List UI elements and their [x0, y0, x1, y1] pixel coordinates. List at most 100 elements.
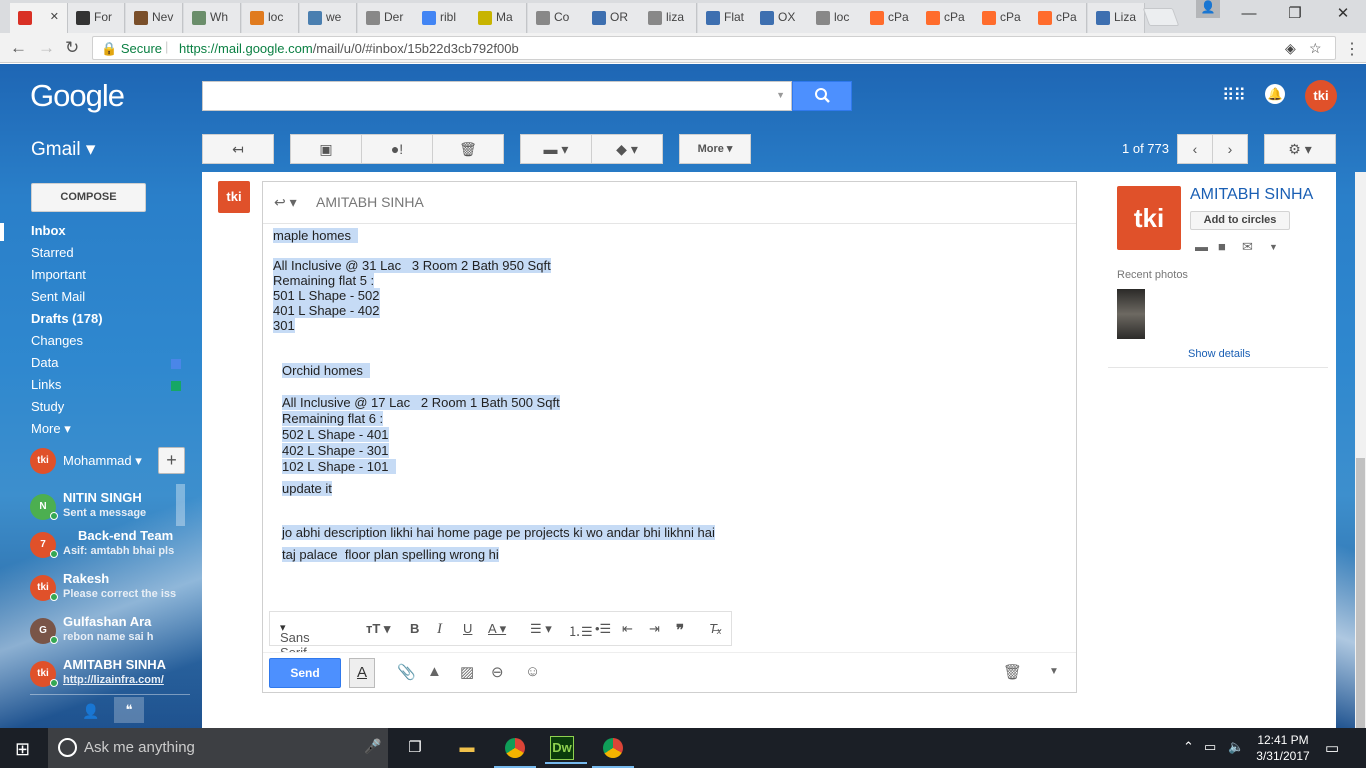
file-explorer-icon[interactable]: ▬ [452, 733, 482, 763]
browser-tab[interactable]: M✕ [10, 3, 68, 33]
browser-tab[interactable]: ribl [414, 3, 471, 33]
search-options-icon[interactable]: ▼ [776, 90, 785, 100]
font-size-icon[interactable]: тT ▾ [366, 621, 390, 637]
forward-icon[interactable]: → [38, 38, 55, 58]
new-hangout-button[interactable]: + [158, 447, 185, 474]
hangouts-contact[interactable]: 7 Back-end Team Asif: amtabh bhai pls [30, 528, 190, 568]
link-icon[interactable]: ⊖ [491, 663, 504, 681]
address-bar[interactable]: 🔒 Secure | https://mail.google.com/mail/… [92, 36, 1336, 60]
align-icon[interactable]: ☰ ▾ [530, 621, 552, 637]
chrome-menu-icon[interactable]: ⋮ [1344, 39, 1360, 59]
reply-recipient[interactable]: AMITABH SINHA [316, 194, 424, 210]
nav-item[interactable]: Changes [0, 332, 202, 354]
hangouts-contact[interactable]: G Gulfashan Ara rebon name sai h [30, 614, 190, 654]
volume-icon[interactable]: 🔈 [1228, 739, 1244, 755]
chevron-down-icon[interactable]: ▼ [1269, 242, 1278, 252]
chrome-taskbar-icon[interactable] [494, 733, 536, 768]
action-center-icon[interactable]: ▭ [1325, 739, 1339, 757]
contact-name[interactable]: AMITABH SINHA [1190, 186, 1313, 204]
search-input[interactable]: ▼ [202, 81, 792, 111]
nav-item[interactable]: Important [0, 266, 202, 288]
font-select[interactable]: Sans Serif ▾ [280, 621, 310, 660]
scrollbar-thumb[interactable] [1356, 458, 1365, 728]
remove-formatting-icon[interactable]: T̶ₓ [709, 621, 722, 636]
contacts-scrollbar[interactable] [176, 484, 185, 526]
more-options-icon[interactable]: ▼ [1049, 666, 1059, 677]
more-button[interactable]: More ▾ [679, 134, 751, 164]
gmail-menu[interactable]: Gmail ▾ [31, 138, 95, 161]
nav-item[interactable]: Drafts (178) [0, 310, 202, 332]
quote-icon[interactable]: ❞ [676, 621, 684, 639]
message-icon[interactable]: ▬ [1195, 239, 1208, 254]
send-button[interactable]: Send [269, 658, 341, 688]
contacts-icon[interactable]: 👤 [82, 703, 99, 720]
video-call-icon[interactable]: ■ [1218, 239, 1226, 254]
text-color-icon[interactable]: A ▾ [488, 621, 506, 637]
bulleted-list-icon[interactable]: •☰ [595, 621, 611, 637]
hangouts-contact[interactable]: tki Rakesh Please correct the iss [30, 571, 190, 611]
italic-icon[interactable]: I [437, 621, 442, 638]
browser-tab[interactable]: Flat [698, 3, 755, 33]
numbered-list-icon[interactable]: ⒈☰ [568, 621, 593, 640]
cortana-search[interactable]: Ask me anything 🎤 [48, 728, 388, 768]
browser-tab[interactable]: loc [808, 3, 865, 33]
new-tab-button[interactable] [1142, 8, 1180, 26]
dreamweaver-icon[interactable]: Dw [545, 736, 587, 764]
browser-tab[interactable]: we [300, 3, 357, 33]
browser-tab[interactable]: cPa [918, 3, 975, 33]
browser-tab[interactable]: For [68, 3, 125, 33]
label-color-swatch[interactable] [171, 359, 181, 369]
search-button[interactable] [792, 81, 852, 111]
nav-item[interactable]: Study [0, 398, 202, 420]
network-icon[interactable]: ▭ [1204, 739, 1216, 755]
browser-tab[interactable]: Co [528, 3, 585, 33]
clock[interactable]: 12:41 PM 3/31/2017 [1250, 732, 1316, 764]
nav-item[interactable]: Starred [0, 244, 202, 266]
close-window-button[interactable]: ✕ [1320, 0, 1366, 28]
hangouts-icon[interactable]: ❝ [114, 697, 144, 723]
back-to-inbox-button[interactable]: ↤ [202, 134, 274, 164]
archive-button[interactable]: ▣ [290, 134, 362, 164]
report-spam-button[interactable]: ●! [361, 134, 433, 164]
older-button[interactable]: › [1212, 134, 1248, 164]
browser-tab[interactable]: Liza [1088, 3, 1145, 33]
maximize-button[interactable]: ❐ [1272, 0, 1318, 28]
contact-avatar[interactable]: tki [1117, 186, 1181, 250]
indent-less-icon[interactable]: ⇤ [622, 621, 633, 637]
indent-more-icon[interactable]: ⇥ [649, 621, 660, 637]
browser-tab[interactable]: OX [752, 3, 809, 33]
browser-tab[interactable]: OR [584, 3, 641, 33]
nav-item[interactable]: Data [0, 354, 202, 376]
profile-icon[interactable]: 👤 [1196, 0, 1220, 18]
add-to-circles-button[interactable]: Add to circles [1190, 211, 1290, 230]
newer-button[interactable]: ‹ [1177, 134, 1213, 164]
browser-tab[interactable]: Nev [126, 3, 183, 33]
browser-tab[interactable]: Wh [184, 3, 241, 33]
task-view-icon[interactable]: ❐ [400, 733, 430, 763]
nav-item[interactable]: Links [0, 376, 202, 398]
reload-icon[interactable]: ↻ [65, 38, 79, 58]
close-tab-icon[interactable]: ✕ [50, 10, 59, 23]
google-logo[interactable]: Google [30, 78, 125, 114]
move-to-button[interactable]: ▬ ▾ [520, 134, 592, 164]
reply-type-icon[interactable]: ↩ ▾ [274, 194, 297, 211]
page-scrollbar[interactable] [1355, 172, 1366, 728]
email-icon[interactable]: ✉ [1242, 239, 1253, 255]
account-avatar[interactable]: tki [1305, 80, 1337, 112]
formatting-options-icon[interactable]: A [349, 658, 375, 688]
browser-tab[interactable]: Ma [470, 3, 527, 33]
back-icon[interactable]: ← [10, 38, 27, 58]
extension-icon[interactable]: ◈ [1285, 40, 1296, 57]
browser-tab[interactable]: cPa [862, 3, 919, 33]
minimize-button[interactable]: — [1226, 0, 1272, 28]
browser-tab[interactable]: liza [640, 3, 697, 33]
microphone-icon[interactable]: 🎤 [364, 738, 381, 755]
emoji-icon[interactable]: ☺ [525, 663, 540, 680]
hangouts-contact[interactable]: tki AMITABH SINHA http://lizainfra.com/ [30, 657, 190, 697]
nav-item[interactable]: Inbox [0, 222, 202, 244]
delete-button[interactable]: 🗑 [432, 134, 504, 164]
recent-photo-thumbnail[interactable] [1117, 289, 1145, 339]
browser-tab[interactable]: cPa [974, 3, 1031, 33]
discard-icon[interactable]: 🗑 [1003, 663, 1022, 681]
browser-tab[interactable]: Der [358, 3, 415, 33]
